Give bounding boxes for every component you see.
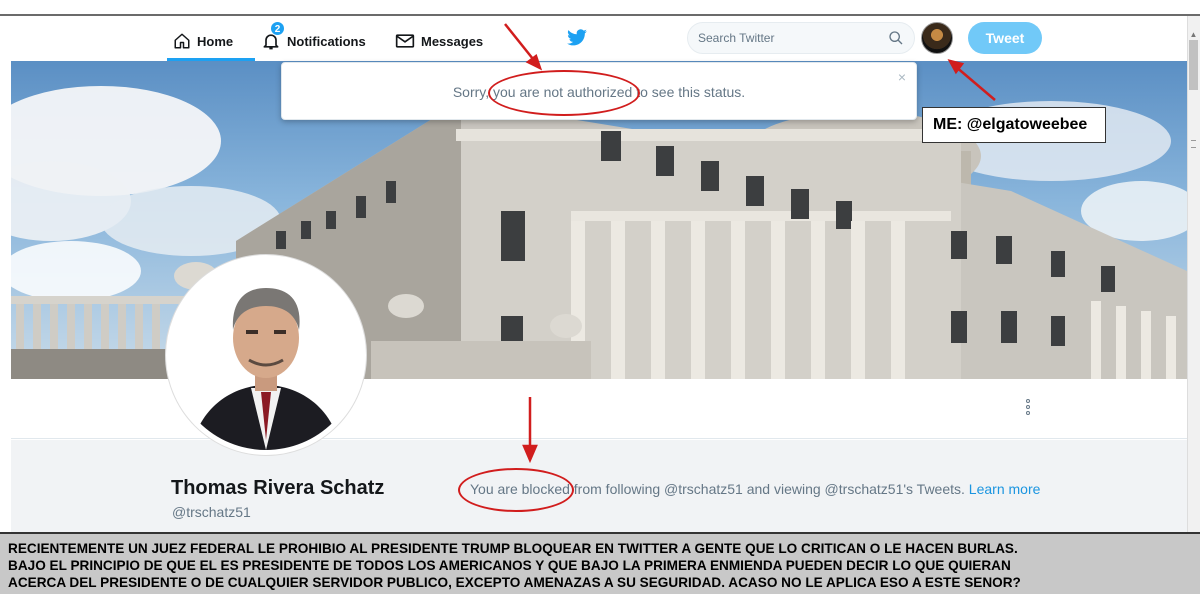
annotation-me-label: ME: @elgatoweebee [922,107,1106,143]
caption-line-3: ACERCA DEL PRESIDENTE O DE CUALQUIER SER… [8,575,1021,590]
caption-box: RECIENTEMENTE UN JUEZ FEDERAL LE PROHIBI… [0,532,1200,594]
caption-line-2: BAJO EL PRINCIPIO DE QUE EL ES PRESIDENT… [8,558,1011,573]
screenshot: Home Notifications 2 Messages Tweet ▲ [0,0,1200,594]
caption-line-1: RECIENTEMENTE UN JUEZ FEDERAL LE PROHIBI… [8,541,1018,556]
annotation-arrows [504,23,996,464]
